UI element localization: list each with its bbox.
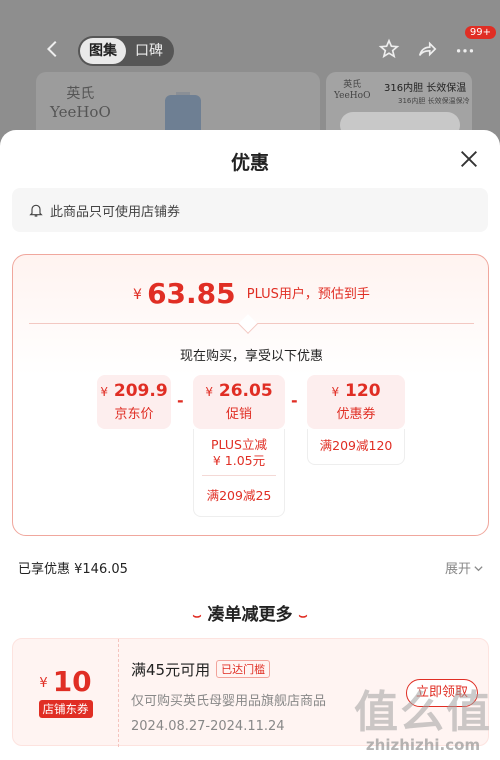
top-navigation-bar: 图集 口碑 99+ [0, 26, 500, 70]
promo-value: 26.05 [218, 381, 273, 401]
sheet-title: 优惠 [230, 152, 269, 174]
promo-label: 促销 [225, 407, 252, 422]
divider-notch [238, 314, 258, 334]
yen-symbol: ¥ [100, 385, 108, 399]
minus-sign: - [291, 391, 298, 410]
coupon-box: ¥ 120 优惠券 [307, 375, 405, 429]
tab-reviews[interactable]: 口碑 [126, 38, 172, 64]
currency-symbol: ¥ [133, 287, 142, 303]
nav-actions [378, 38, 476, 60]
coupon-amount-panel: ¥ 10 店铺东券 [13, 639, 119, 747]
final-price: 63.85 [147, 277, 236, 310]
more-icon[interactable] [454, 38, 476, 60]
promo-detail-card: PLUS立减 ¥ 1.05元 满209减25 [193, 429, 285, 517]
jd-price-box: ¥ 209.9 京东价 [97, 375, 171, 429]
star-icon[interactable] [378, 38, 400, 60]
saved-amount: 已享优惠 ¥146.05 [18, 562, 128, 577]
card2-headline: 316内胆 长效保温 [384, 83, 467, 94]
notice-text: 此商品只可使用店铺券 [50, 204, 181, 220]
coupon-description: 仅可购买英氏母婴用品旗舰店商品 [131, 694, 327, 709]
promo-detail-plus: PLUS立减 ¥ 1.05元 [211, 437, 267, 468]
claim-coupon-button[interactable]: 立即领取 [406, 679, 478, 707]
coupon-info: 满45元可用 已达门槛 仅可购买英氏母婴用品旗舰店商品 2024.08.27-20… [131, 659, 431, 734]
chevron-down-icon [474, 566, 483, 572]
bell-icon [29, 204, 43, 217]
decor-right-icon: ⌣ [298, 608, 308, 624]
yen-symbol: ¥ [205, 385, 213, 399]
coupon-restriction-notice: 此商品只可使用店铺券 [12, 188, 488, 232]
brand-logo: 英氏 YeeHoO [50, 86, 111, 121]
jd-price-label: 京东价 [114, 407, 154, 422]
yen-symbol: ¥ [331, 385, 340, 399]
promo-box: ¥ 26.05 促销 [193, 375, 285, 429]
coupon-value: 120 [345, 381, 381, 401]
coupon-condition: 满45元可用 [131, 661, 211, 679]
minus-sign: - [177, 391, 184, 410]
promo-detail-threshold: 满209减25 [206, 488, 272, 503]
coupon-label: 优惠券 [336, 407, 376, 422]
more-discount-heading: ⌣ 凑单减更多 ⌣ [0, 600, 500, 625]
price-breakdown-card: ¥ 63.85 PLUS用户，预估到手 现在购买，享受以下优惠 ¥ 209.9 … [12, 254, 489, 536]
threshold-met-chip: 已达门槛 [216, 660, 271, 678]
saved-summary-row: 已享优惠 ¥146.05 展开 [18, 558, 484, 577]
final-price-note: PLUS用户，预估到手 [246, 287, 370, 302]
final-price-row: ¥ 63.85 PLUS用户，预估到手 [13, 277, 490, 310]
expand-label: 展开 [444, 562, 471, 577]
gallery-tab-switch: 图集 口碑 [78, 36, 174, 66]
coupon-detail-threshold: 满209减120 [319, 438, 393, 453]
coupon-detail-card: 满209减120 [307, 429, 405, 465]
share-icon[interactable] [416, 38, 438, 60]
jd-price-value: 209.9 [113, 381, 168, 401]
coupon-validity: 2024.08.27-2024.11.24 [131, 719, 285, 734]
more-discount-title: 凑单减更多 [207, 605, 293, 625]
brand-logo-small: 英氏 YeeHoO [334, 80, 371, 101]
coupon-amount: 10 [52, 665, 92, 698]
coupon-type-tag: 店铺东券 [38, 700, 93, 718]
cart-badge: 99+ [464, 26, 496, 39]
discount-caption: 现在购买，享受以下优惠 [179, 349, 323, 364]
coupon-currency: ¥ [39, 676, 48, 691]
card2-subline: 316内胆 长效保温保冷 [398, 97, 470, 105]
close-icon[interactable] [458, 148, 480, 170]
expand-button[interactable]: 展开 [445, 558, 484, 577]
discount-sheet: 优惠 此商品只可使用店铺券 ¥ 63.85 PLUS用户，预估到手 现在购买，享… [0, 130, 500, 760]
back-arrow-icon[interactable] [42, 38, 64, 60]
store-coupon-card: ¥ 10 店铺东券 满45元可用 已达门槛 仅可购买英氏母婴用品旗舰店商品 202… [12, 638, 489, 747]
tab-gallery[interactable]: 图集 [80, 38, 126, 64]
decor-left-icon: ⌣ [192, 608, 202, 624]
